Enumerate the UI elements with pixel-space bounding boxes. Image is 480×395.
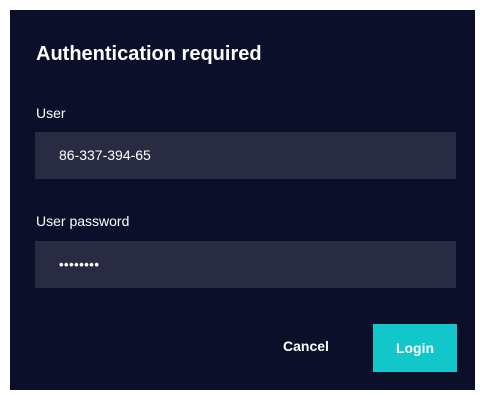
password-field[interactable]: •••••••• <box>35 241 456 288</box>
dialog-title: Authentication required <box>36 43 262 65</box>
user-field-value: 86-337-394-65 <box>59 147 151 163</box>
user-field[interactable]: 86-337-394-65 <box>35 132 456 179</box>
authentication-dialog: Authentication required User 86-337-394-… <box>10 10 475 390</box>
password-label: User password <box>36 213 130 229</box>
password-field-value: •••••••• <box>59 257 100 272</box>
cancel-button[interactable]: Cancel <box>266 322 346 370</box>
login-button[interactable]: Login <box>373 324 457 372</box>
user-label: User <box>36 105 66 121</box>
